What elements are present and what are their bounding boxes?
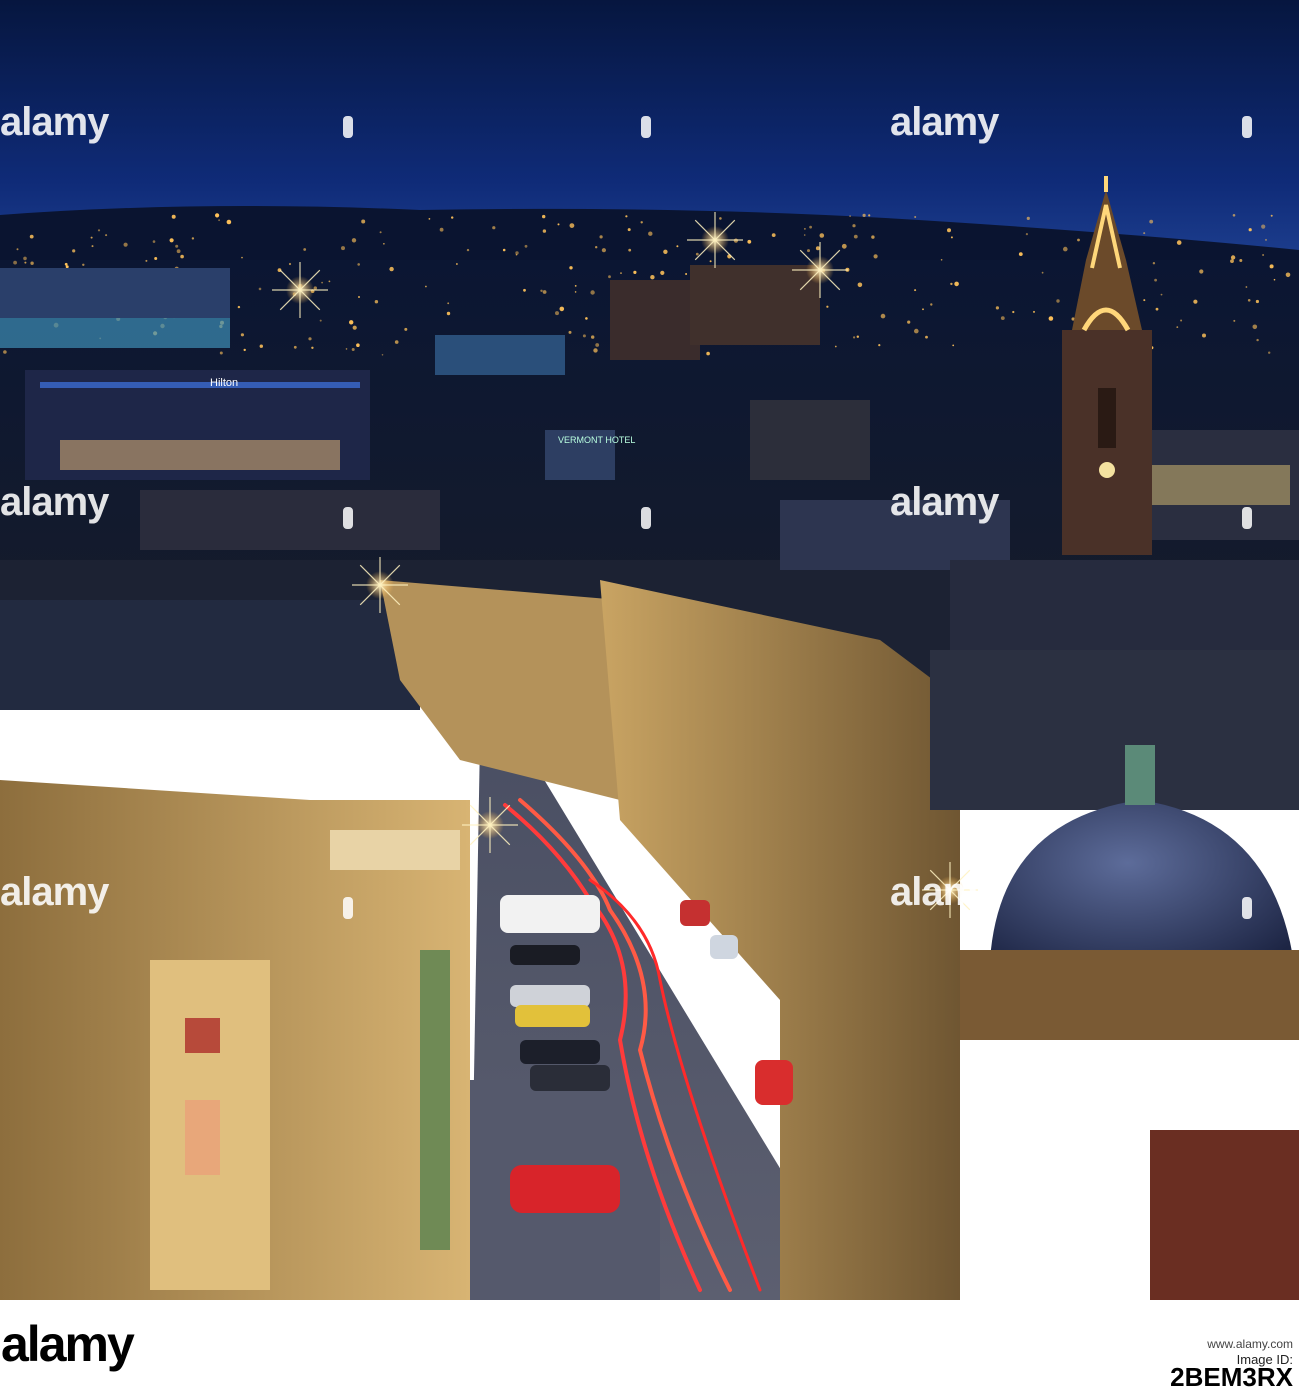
watermark-dot [641,897,651,919]
star-light [792,242,848,298]
watermark: alamy [890,100,999,144]
alamy-logo[interactable]: alamy [1,1302,161,1386]
watermark: alamy [0,480,109,524]
vermont-hotel-sign: VERMONT HOTEL [558,435,635,445]
watermark-dot [1242,507,1252,529]
image-id-value: 2BEM3RX [1170,1362,1293,1392]
watermark-dot [641,116,651,138]
star-light [272,262,328,318]
star-light [352,557,408,613]
watermark: alamy [890,870,999,914]
watermark: alamy [890,480,999,524]
watermark: alamy [0,870,109,914]
watermark-dot [1242,897,1252,919]
watermark-dot [641,507,651,529]
watermark-dot [343,116,353,138]
watermark-dot [343,507,353,529]
city-night-photo: Hilton VERMONT HOTEL [0,0,1299,1300]
watermark-dot [1242,116,1252,138]
watermark: alamy [0,100,109,144]
star-light [687,212,743,268]
footer-bar [0,1300,1299,1390]
site-url: www.alamy.com [1207,1337,1293,1351]
watermark-dot [343,897,353,919]
hilton-sign: Hilton [210,377,238,389]
star-light [462,797,518,853]
